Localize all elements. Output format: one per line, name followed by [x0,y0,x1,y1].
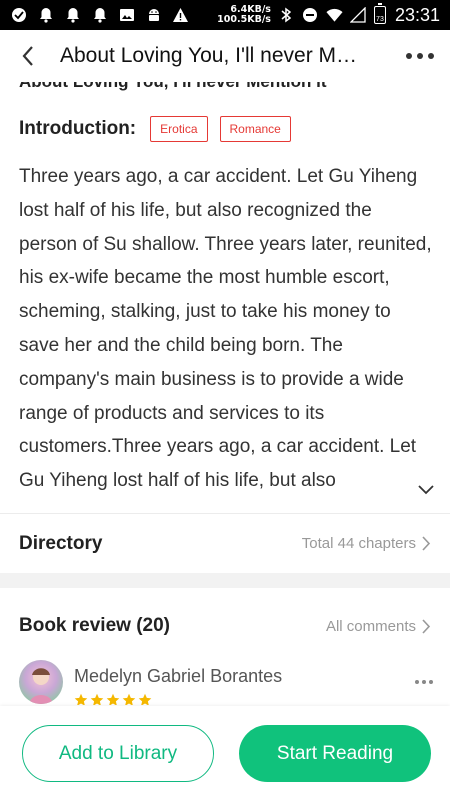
introduction-text: Three years ago, a car accident. Let Gu … [19,166,432,492]
genre-tag[interactable]: Erotica [150,116,208,142]
chevron-right-icon [422,618,431,634]
android-debug-icon [145,7,162,24]
do-not-disturb-icon [302,7,319,24]
start-reading-button[interactable]: Start Reading [239,725,431,782]
image-icon [118,7,135,24]
directory-label: Directory [19,532,103,554]
net-speed-down: 100.5KB/s [217,14,271,25]
more-options-button[interactable] [390,30,450,82]
rating-stars [74,693,152,705]
bell-icon [91,7,108,24]
star-icon [122,693,136,705]
star-icon [74,693,88,705]
battery-level: 73 [376,16,384,23]
notification-icons [10,7,189,24]
battery-icon: 73 [373,3,386,24]
chevron-down-icon [418,485,434,495]
add-to-library-button[interactable]: Add to Library [22,725,214,782]
more-dots-icon [406,53,434,59]
chapter-count: Total 44 chapters [301,535,416,552]
bell-icon [37,7,54,24]
review-item: Medelyn Gabriel Borantes [19,660,439,705]
avatar[interactable] [19,660,63,704]
directory-row[interactable]: Directory Total 44 chapters [0,515,450,572]
page-title: About Loving You, I'll never Mention it [60,44,360,67]
divider [0,513,450,514]
all-comments-link[interactable]: All comments [326,618,431,635]
genre-tag[interactable]: Romance [219,116,291,142]
star-icon [138,693,152,705]
bell-icon [64,7,81,24]
reviewer-name: Medelyn Gabriel Borantes [74,666,283,686]
back-button[interactable] [0,30,56,82]
section-separator [0,573,450,588]
book-review-header: Book review (20) All comments [0,600,450,652]
bottom-action-bar: Add to Library Start Reading [0,706,450,800]
clock: 23:31 [394,4,440,25]
signal-icon [350,7,367,24]
introduction-header: Introduction: Erotica Romance [19,116,291,142]
star-icon [90,693,104,705]
wifi-icon [326,7,343,24]
directory-total: Total 44 chapters [302,535,431,552]
chevron-right-icon [422,536,431,551]
book-review-label: Book review (20) [19,615,170,636]
status-bar: 6.4KB/s 100.5KB/s 73 23:31 [0,0,450,30]
warning-icon [172,7,189,24]
app-header: About Loving You, I'll never Mention it [0,30,450,82]
network-speed: 6.4KB/s 100.5KB/s [217,5,271,25]
circle-notification-icon [10,7,27,24]
all-comments-label: All comments [325,617,416,635]
review-more-button[interactable] [415,680,433,684]
star-icon [106,693,120,705]
chevron-left-icon [22,46,33,66]
bluetooth-icon [278,7,295,24]
introduction-label: Introduction: [19,118,137,139]
expand-introduction-button[interactable] [414,478,438,502]
